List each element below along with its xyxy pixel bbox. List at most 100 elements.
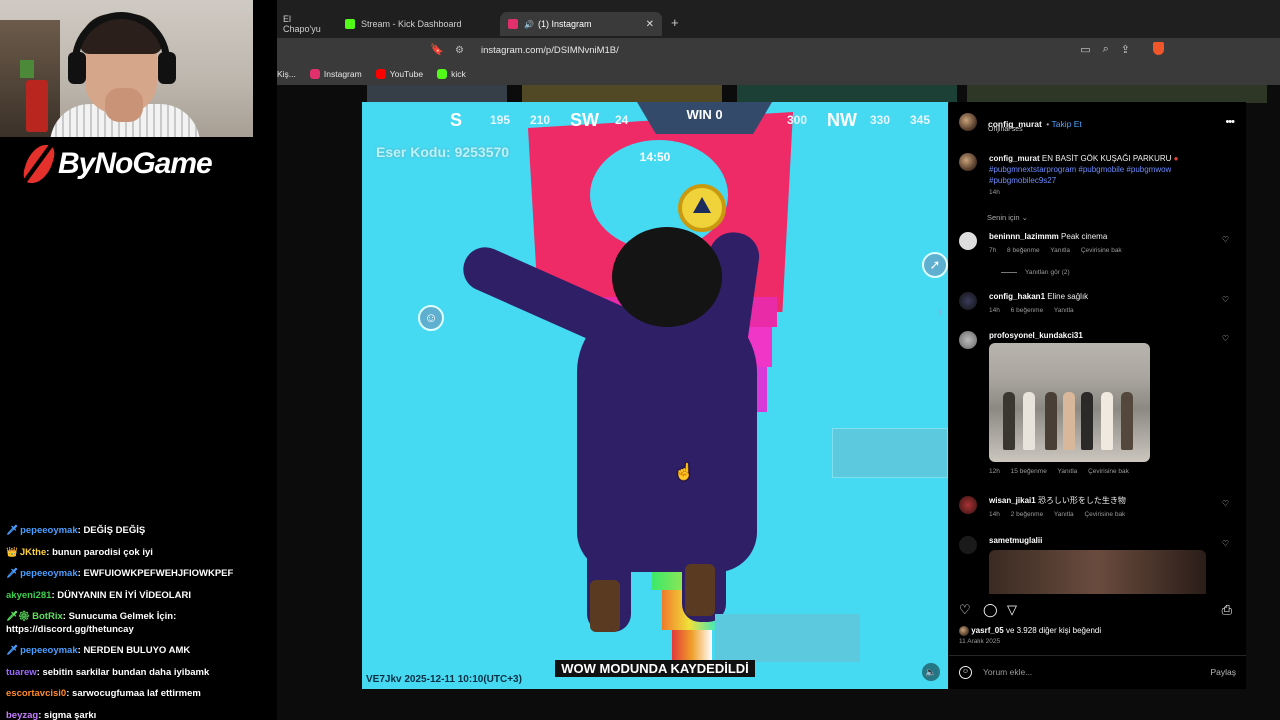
screen-icon[interactable]: ▭ (1080, 43, 1090, 56)
tab-close-icon[interactable]: ✕ (646, 19, 654, 30)
comment-user[interactable]: config_hakan1 (989, 292, 1045, 301)
liked-by-user[interactable]: yasrf_05 (971, 626, 1003, 635)
tab-instagram[interactable]: 🔊 (1) Instagram ✕ (500, 12, 662, 36)
follow-button[interactable]: Takip Et (1051, 119, 1081, 129)
chat-message: akyeni281: DÜNYANIN EN İYİ VİDEOLARI (6, 585, 274, 607)
headset-earcup (158, 52, 176, 84)
sprint-icon: ➚ (922, 252, 948, 278)
comment-user[interactable]: profosyonel_kundakci31 (989, 331, 1083, 340)
caption-author[interactable]: config_murat (989, 154, 1040, 163)
avatar[interactable] (959, 153, 977, 171)
chat-username[interactable]: escortavcisi0 (6, 688, 66, 699)
video-caption-text: WOW MODUNDA KAYDEDİLDİ (555, 660, 755, 677)
like-icon[interactable]: ♡ (959, 602, 971, 618)
send-icon[interactable]: ▽ (1007, 602, 1017, 618)
avatar[interactable] (959, 292, 977, 310)
reply-button[interactable]: Yanıtla (1058, 468, 1078, 475)
reply-button[interactable]: Yanıtla (1054, 307, 1074, 314)
tab-kick-dashboard[interactable]: Stream - Kick Dashboard (337, 12, 497, 36)
avatar[interactable] (959, 536, 977, 554)
translate-button[interactable]: Çevirisine bak (1084, 511, 1125, 518)
emoji-icon[interactable]: ☺ (959, 666, 972, 679)
tab-el-chapo[interactable]: El Chapo'yu (275, 12, 335, 36)
chat-username[interactable]: akyeni281 (6, 590, 51, 601)
bookmark-item[interactable]: YouTube (375, 69, 423, 79)
comment-body: beninnn_lazimmm Peak cinema (989, 232, 1107, 242)
bookmark-favicon-icon (375, 69, 386, 79)
comment-input[interactable]: Yorum ekle... (983, 667, 1032, 677)
comment-icon[interactable]: ◯ (983, 602, 998, 618)
brave-shield-icon[interactable] (1153, 42, 1164, 55)
site-settings-icon[interactable]: ⚙ (455, 45, 473, 56)
headset (72, 12, 170, 82)
bookmark-item[interactable]: Kiş... (277, 69, 296, 79)
translate-button[interactable]: Çevirisine bak (1081, 247, 1122, 254)
reply-button[interactable]: Yanıtla (1050, 247, 1070, 254)
share-icon[interactable]: ⇪ (1121, 43, 1130, 56)
bookmark-favicon-icon (437, 69, 448, 79)
translate-button[interactable]: Çevirisine bak (1088, 468, 1129, 475)
chat-text: sarwocugfumaa laf ettirmem (72, 688, 201, 699)
comment-user[interactable]: wisan_jikai1 (989, 496, 1036, 505)
logo-mark-icon (19, 145, 59, 183)
comment-likes[interactable]: 2 beğenme (1011, 511, 1044, 518)
audio-toggle-icon[interactable]: 🔈 (922, 663, 940, 681)
comment-likes[interactable]: 15 beğenme (1011, 468, 1047, 475)
comment-user[interactable]: beninnn_lazimmm (989, 232, 1059, 241)
chat-username[interactable]: tuarew (6, 667, 37, 678)
headset-earcup (68, 52, 86, 84)
caption-body: EN BASİT GÖK KUŞAĞI PARKURU (1041, 154, 1172, 163)
logo-text: ByNoGame (58, 147, 213, 180)
comment-likes[interactable]: 6 beğenme (1011, 307, 1044, 314)
like-comment-icon[interactable]: ♡ (1222, 235, 1229, 244)
comment-meta: 7h 8 beğenme Yanıtla Çevirisine bak (989, 247, 1131, 254)
avatar[interactable] (959, 496, 977, 514)
avatar[interactable] (959, 232, 977, 250)
photo-figure (1003, 392, 1015, 450)
liked-by-rest: ve 3.928 diğer kişi beğendi (1005, 626, 1102, 636)
likes-summary[interactable]: yasrf_05 ve 3.928 diğer kişi beğendi (959, 626, 1101, 636)
caption-hashtags[interactable]: #pubgmnextstarprogram #pubgmobile #pubgm… (989, 165, 1171, 185)
comment-image[interactable] (989, 550, 1206, 594)
avatar[interactable] (959, 331, 977, 349)
bookmark-item[interactable]: Instagram (309, 69, 362, 79)
chat-username[interactable]: pepeeoymak (20, 568, 78, 579)
chat-username[interactable]: pepeeoymak (20, 525, 78, 536)
chat-username[interactable]: pepeeoymak (20, 645, 78, 656)
post-comment-button[interactable]: Paylaş (1210, 667, 1236, 677)
comment-image[interactable] (989, 343, 1150, 462)
win-counter: WIN 0 (637, 102, 772, 134)
like-comment-icon[interactable]: ♡ (1222, 295, 1229, 304)
reply-button[interactable]: Yanıtla (1054, 511, 1074, 518)
avatar[interactable] (959, 113, 977, 131)
comment-user[interactable]: sametmuglalii (989, 536, 1042, 545)
bookmark-favicon-icon (309, 69, 320, 79)
comment-meta: 14h 2 beğenme Yanıtla Çevirisine bak (989, 511, 1134, 518)
chat-username[interactable]: JKthe (20, 547, 46, 558)
comment-time: 7h (989, 247, 997, 254)
reel-video[interactable]: ☺ ➚ WIN 0 14:50 S 195 210 SW 24 300 NW 330 345 E… (362, 102, 948, 689)
chat-username[interactable]: beyzag (6, 710, 38, 720)
next-post-icon[interactable]: › (938, 303, 950, 323)
like-comment-icon[interactable]: ♡ (1222, 334, 1229, 343)
comment-time: 12h (989, 468, 1000, 475)
compass-tick: 300 (787, 113, 808, 127)
address-bar[interactable]: ⚙ instagram.com/p/DSIMNvniM1B/ (425, 41, 1165, 60)
zoom-icon[interactable]: ⌕ (1103, 43, 1109, 56)
like-comment-icon[interactable]: ♡ (1222, 539, 1229, 548)
view-replies-button[interactable]: Yanıtları gör (2) (1001, 269, 1070, 276)
webcam-background-shelf (0, 20, 60, 137)
audio-label[interactable]: Orijinal ses (988, 126, 1023, 133)
bookmark-label: Kiş... (277, 69, 296, 79)
chat-text: sigma şarkı (44, 709, 97, 720)
crown-badge-icon: 👑 (6, 546, 18, 558)
new-tab-button[interactable]: + (671, 15, 679, 30)
chat-username[interactable]: BotRix (32, 611, 63, 622)
comment-sort-dropdown[interactable]: Senin için ⌄ (987, 213, 1028, 222)
like-comment-icon[interactable]: ♡ (1222, 499, 1229, 508)
bookmark-item[interactable]: kick (437, 69, 466, 79)
more-options-icon[interactable]: ••• (1225, 116, 1235, 128)
save-icon[interactable]: ⎙ (1222, 602, 1232, 618)
chat-text: bunun parodisi çok iyi (52, 546, 153, 558)
comment-likes[interactable]: 8 beğenme (1007, 247, 1040, 254)
